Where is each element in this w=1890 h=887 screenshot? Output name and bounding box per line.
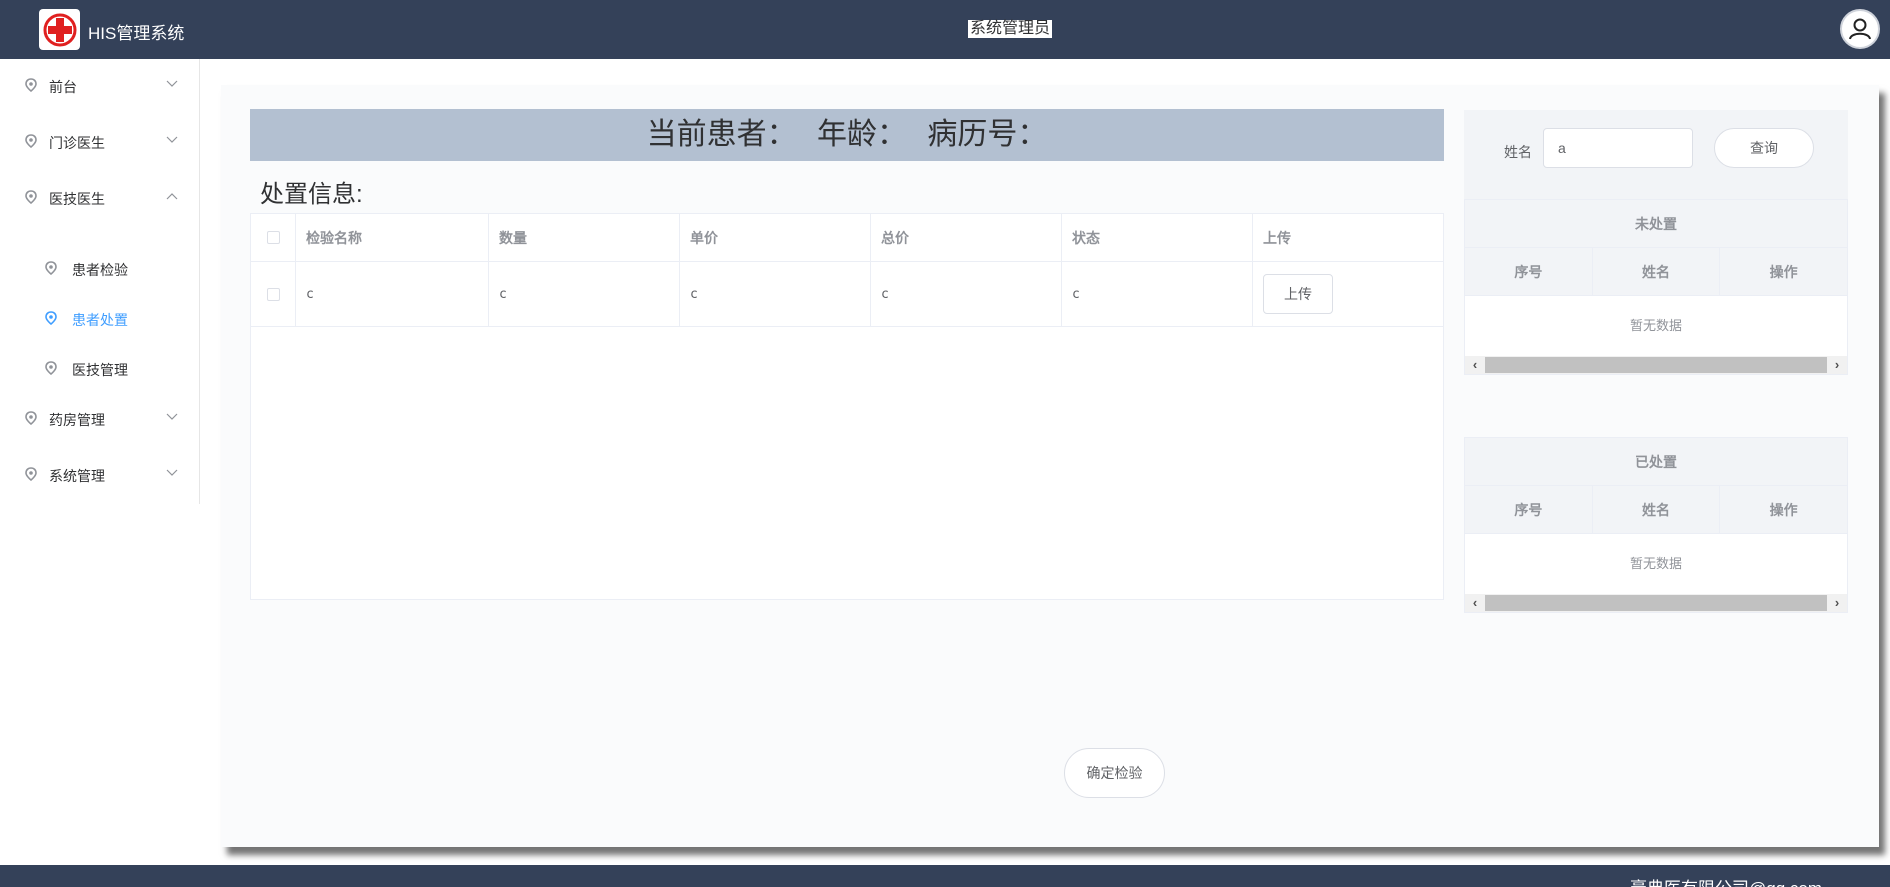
medical-record-label: 病历号： xyxy=(927,118,1048,151)
sidebar-item-pharmacy[interactable]: 药房管理 xyxy=(0,392,199,446)
column-header[interactable]: 总价 xyxy=(871,214,1062,261)
column-header[interactable]: 数量 xyxy=(489,214,680,261)
scroll-thumb[interactable] xyxy=(1485,357,1827,373)
done-horizontal-scrollbar[interactable]: ‹ › xyxy=(1465,594,1847,612)
column-header[interactable]: 单价 xyxy=(680,214,871,261)
cell-quantity: c xyxy=(489,262,680,326)
row-select-cell xyxy=(251,262,296,326)
sidebar-item-label: 前台 xyxy=(49,79,77,95)
current-patient-label: 当前患者： xyxy=(646,118,797,151)
sidebar-item-outpatient-doctor[interactable]: 门诊医生 xyxy=(0,115,199,169)
main-panel: 当前患者： 年龄： 病历号： 处置信息: 检验名称 数量 单价 总价 状态 上传… xyxy=(221,85,1879,847)
query-button[interactable]: 查询 xyxy=(1714,128,1814,168)
column-header[interactable]: 操作 xyxy=(1720,248,1847,295)
sidebar-subitem-label: 患者处置 xyxy=(72,312,128,328)
sidebar-subitem-label: 患者检验 xyxy=(72,262,128,278)
current-patient-bar: 当前患者： 年龄： 病历号： xyxy=(250,109,1444,161)
done-table: 已处置 序号 姓名 操作 暂无数据 ‹ › xyxy=(1464,437,1848,613)
section-title: 处置信息: xyxy=(260,181,363,208)
location-pin-icon xyxy=(25,467,37,484)
search-name-label: 姓名 xyxy=(1504,144,1532,160)
pending-title: 未处置 xyxy=(1465,200,1847,248)
sidebar-menu: 前台 门诊医生 医技医生 患者检验 患者处置 医技管理 药房管理 系统管理 xyxy=(0,59,200,504)
location-pin-icon xyxy=(25,190,37,207)
chevron-down-icon xyxy=(166,77,178,91)
sidebar-item-label: 门诊医生 xyxy=(49,135,105,151)
chevron-down-icon xyxy=(166,133,178,147)
upload-button[interactable]: 上传 xyxy=(1263,274,1333,314)
user-role-label: 系统管理员 xyxy=(968,20,1053,38)
age-label: 年龄： xyxy=(817,118,907,151)
scroll-thumb[interactable] xyxy=(1485,595,1827,611)
sidebar-item-system[interactable]: 系统管理 xyxy=(0,448,199,502)
sidebar-item-medtech-doctor[interactable]: 医技医生 xyxy=(0,171,199,225)
done-header-row: 序号 姓名 操作 xyxy=(1465,486,1847,534)
column-header[interactable]: 姓名 xyxy=(1593,486,1721,533)
pending-header-row: 序号 姓名 操作 xyxy=(1465,248,1847,296)
column-header[interactable]: 序号 xyxy=(1465,486,1593,533)
cell-total: c xyxy=(871,262,1062,326)
cell-status: c xyxy=(1062,262,1253,326)
red-cross-logo-icon[interactable] xyxy=(39,9,80,50)
chevron-down-icon xyxy=(166,466,178,480)
sidebar-item-frontdesk[interactable]: 前台 xyxy=(0,59,199,113)
scroll-left-icon[interactable]: ‹ xyxy=(1465,594,1485,612)
sidebar-subitem-label: 医技管理 xyxy=(72,362,128,378)
chevron-up-icon xyxy=(166,189,178,203)
user-avatar-icon[interactable] xyxy=(1840,9,1880,49)
location-pin-icon xyxy=(45,311,57,328)
table-header-row: 检验名称 数量 单价 总价 状态 上传 xyxy=(251,214,1443,262)
sidebar-subitem-patient-disposal[interactable]: 患者处置 xyxy=(0,297,199,341)
location-pin-icon xyxy=(45,261,57,278)
footer: 豪典医有限公司@qq.com xyxy=(0,865,1890,887)
sidebar-item-label: 系统管理 xyxy=(49,468,105,484)
cell-price: c xyxy=(680,262,871,326)
sidebar-subitem-medtech-management[interactable]: 医技管理 xyxy=(0,347,199,391)
chevron-down-icon xyxy=(166,410,178,424)
row-checkbox[interactable] xyxy=(266,287,280,301)
scroll-left-icon[interactable]: ‹ xyxy=(1465,356,1485,374)
pending-table: 未处置 序号 姓名 操作 暂无数据 ‹ › xyxy=(1464,199,1848,375)
pending-empty-text: 暂无数据 xyxy=(1465,296,1847,356)
column-header[interactable]: 序号 xyxy=(1465,248,1593,295)
column-header[interactable]: 检验名称 xyxy=(296,214,489,261)
location-pin-icon xyxy=(25,78,37,95)
cell-name: c xyxy=(296,262,489,326)
location-pin-icon xyxy=(25,411,37,428)
table-row[interactable]: c c c c c 上传 xyxy=(251,262,1443,327)
app-title: HIS管理系统 xyxy=(88,24,185,43)
sidebar-subitem-patient-test[interactable]: 患者检验 xyxy=(0,247,199,291)
done-empty-text: 暂无数据 xyxy=(1465,534,1847,594)
sidebar-item-label: 药房管理 xyxy=(49,412,105,428)
search-name-input[interactable]: a xyxy=(1543,128,1693,168)
confirm-test-button[interactable]: 确定检验 xyxy=(1064,748,1165,798)
column-header[interactable]: 状态 xyxy=(1062,214,1253,261)
location-pin-icon xyxy=(45,361,57,378)
search-box: 姓名 a 查询 xyxy=(1464,110,1848,199)
footer-text: 豪典医有限公司@qq.com xyxy=(1630,874,1822,887)
column-header[interactable]: 操作 xyxy=(1720,486,1847,533)
done-title: 已处置 xyxy=(1465,438,1847,486)
disposal-table: 检验名称 数量 单价 总价 状态 上传 c c c c c 上传 xyxy=(250,213,1444,600)
sidebar-item-label: 医技医生 xyxy=(49,191,105,207)
select-all-checkbox[interactable] xyxy=(266,231,280,244)
pending-horizontal-scrollbar[interactable]: ‹ › xyxy=(1465,356,1847,374)
top-header: HIS管理系统 系统管理员 xyxy=(0,0,1890,59)
column-header[interactable]: 姓名 xyxy=(1593,248,1721,295)
cell-upload: 上传 xyxy=(1253,262,1443,326)
location-pin-icon xyxy=(25,134,37,151)
scroll-right-icon[interactable]: › xyxy=(1827,594,1847,612)
select-all-cell xyxy=(251,214,296,261)
column-header[interactable]: 上传 xyxy=(1253,214,1443,261)
scroll-right-icon[interactable]: › xyxy=(1827,356,1847,374)
